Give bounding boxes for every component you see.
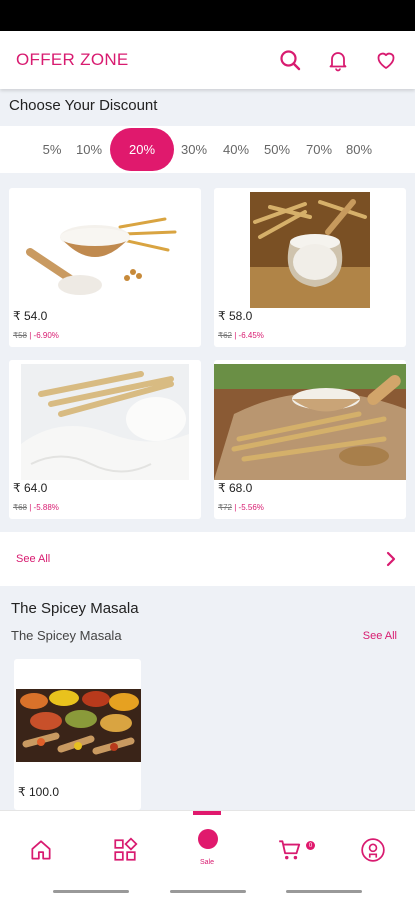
- discount-option-10[interactable]: 10%: [61, 126, 117, 173]
- product-image: [250, 192, 370, 308]
- heart-icon[interactable]: [373, 47, 399, 73]
- product-price: ₹ 54.0: [13, 309, 48, 323]
- product-card[interactable]: ₹ 100.0: [14, 659, 141, 810]
- product-discount-meta: ₹62 | -6.45%: [218, 331, 264, 340]
- sale-tab-label[interactable]: Sale: [200, 859, 214, 866]
- categories-icon[interactable]: [110, 835, 140, 865]
- app-header: OFFER ZONE: [0, 31, 415, 89]
- product-image: [214, 364, 406, 480]
- cart-icon[interactable]: [275, 835, 305, 865]
- bell-icon[interactable]: [325, 47, 351, 73]
- product-card[interactable]: ₹ 54.0 ₹58 | -6.90%: [9, 188, 201, 347]
- product-discount-percent: | -5.56%: [234, 503, 264, 512]
- masala-see-all-link[interactable]: See All: [363, 630, 397, 642]
- account-icon[interactable]: [358, 835, 388, 865]
- product-price: ₹ 58.0: [218, 309, 253, 323]
- search-icon[interactable]: [277, 47, 303, 73]
- sale-icon[interactable]: [198, 829, 218, 849]
- discount-option-20[interactable]: 20%: [110, 128, 174, 171]
- product-old-price: ₹62: [218, 331, 232, 340]
- discount-option-80[interactable]: 80%: [331, 126, 387, 173]
- system-nav-handle: [53, 890, 129, 893]
- masala-section: The Spicey Masala The Spicey Masala See …: [0, 592, 415, 810]
- see-all-row[interactable]: See All: [0, 532, 415, 586]
- system-nav-handle: [170, 890, 246, 893]
- status-bar: [0, 0, 415, 31]
- home-icon[interactable]: [26, 835, 56, 865]
- product-discount-meta: ₹68 | -5.88%: [13, 503, 59, 512]
- product-old-price: ₹72: [218, 503, 232, 512]
- product-discount-percent: | -6.90%: [29, 331, 59, 340]
- product-card[interactable]: ₹ 64.0 ₹68 | -5.88%: [9, 360, 201, 519]
- bottom-nav: Sale 0: [0, 810, 415, 900]
- discount-selector: 5% 10% 20% 30% 40% 50% 70% 80%: [0, 126, 415, 173]
- product-image: [16, 689, 141, 762]
- discount-section-title: Choose Your Discount: [9, 97, 158, 114]
- product-discount-meta: ₹72 | -5.56%: [218, 503, 264, 512]
- see-all-link[interactable]: See All: [16, 553, 383, 565]
- masala-section-title: The Spicey Masala: [11, 600, 139, 617]
- product-price: ₹ 64.0: [13, 481, 48, 495]
- cart-count-badge: 0: [306, 841, 315, 850]
- product-card[interactable]: ₹ 68.0 ₹72 | -5.56%: [214, 360, 406, 519]
- product-price: ₹ 68.0: [218, 481, 253, 495]
- product-old-price: ₹68: [13, 503, 27, 512]
- product-image: [15, 192, 195, 308]
- product-old-price: ₹58: [13, 331, 27, 340]
- product-image: [21, 364, 189, 480]
- product-discount-meta: ₹58 | -6.90%: [13, 331, 59, 340]
- active-tab-indicator: [193, 811, 221, 815]
- system-nav-handle: [286, 890, 362, 893]
- product-discount-percent: | -6.45%: [234, 331, 264, 340]
- product-price: ₹ 100.0: [18, 785, 59, 799]
- chevron-right-icon[interactable]: [383, 551, 399, 567]
- page-title: OFFER ZONE: [16, 50, 129, 69]
- masala-section-subtitle: The Spicey Masala: [11, 628, 122, 643]
- product-card[interactable]: ₹ 58.0 ₹62 | -6.45%: [214, 188, 406, 347]
- product-discount-percent: | -5.88%: [29, 503, 59, 512]
